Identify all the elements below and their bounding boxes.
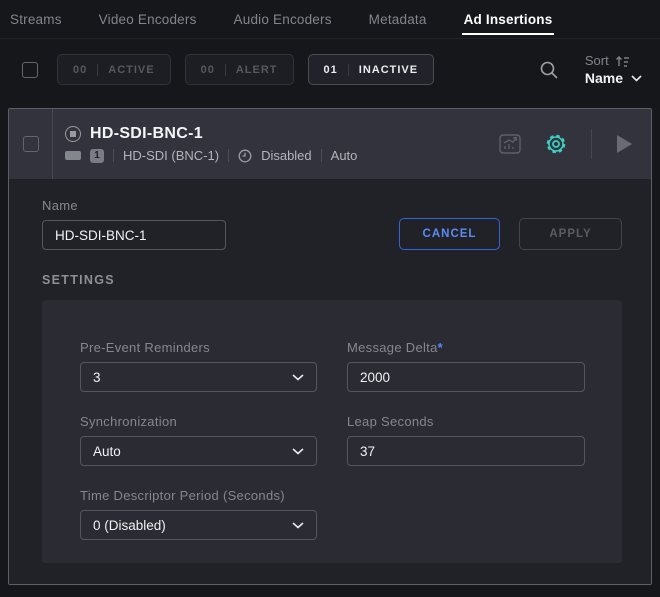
device-card-header: HD-SDI-BNC-1 1 HD-SDI (BNC-1) Disabled A… — [9, 109, 651, 179]
leap-seconds-field: Leap Seconds — [347, 414, 585, 466]
synchronization-field: Synchronization Auto — [80, 414, 317, 466]
status-filter-group: 00 ACTIVE 00 ALERT 01 INACTIVE — [57, 54, 434, 85]
synchronization-label: Synchronization — [80, 414, 317, 429]
chevron-down-icon — [292, 448, 304, 455]
clock-icon — [238, 149, 252, 163]
card-select-checkbox[interactable] — [23, 136, 39, 152]
filter-alert-button[interactable]: 00 ALERT — [185, 54, 294, 85]
filter-active-label: ACTIVE — [108, 64, 154, 76]
settings-panel: Pre-Event Reminders 3 Message Delta* — [42, 300, 622, 563]
pre-event-reminders-select[interactable]: 3 — [80, 362, 317, 392]
tab-video-encoders[interactable]: Video Encoders — [97, 0, 199, 38]
filter-inactive-label: INACTIVE — [359, 64, 418, 76]
leap-seconds-input[interactable] — [347, 436, 585, 466]
schedule-status: Disabled — [261, 148, 312, 163]
filter-active-count: 00 — [73, 64, 87, 76]
name-label: Name — [42, 198, 226, 213]
sort-order-icon — [616, 55, 630, 67]
filter-inactive-button[interactable]: 01 INACTIVE — [308, 54, 435, 85]
settings-section-heading: SETTINGS — [42, 273, 622, 287]
apply-button[interactable]: APPLY — [519, 218, 622, 250]
device-card-body: Name CANCEL APPLY SETTINGS Pre-Event Rem… — [9, 179, 651, 584]
required-marker: * — [438, 340, 443, 355]
settings-gear-icon[interactable] — [544, 132, 568, 156]
time-descriptor-period-value: 0 (Disabled) — [93, 518, 166, 533]
filter-active-button[interactable]: 00 ACTIVE — [57, 54, 171, 85]
tab-metadata[interactable]: Metadata — [367, 0, 429, 38]
synchronization-select[interactable]: Auto — [80, 436, 317, 466]
card-checkbox-column — [9, 109, 53, 179]
card-action-buttons — [499, 129, 651, 159]
message-delta-label: Message Delta — [347, 340, 438, 355]
device-identity: HD-SDI-BNC-1 1 HD-SDI (BNC-1) Disabled A… — [53, 125, 357, 163]
stats-chart-icon[interactable] — [499, 134, 521, 154]
tab-ad-insertions[interactable]: Ad Insertions — [462, 0, 555, 38]
chevron-down-icon — [631, 75, 642, 82]
pre-event-reminders-label: Pre-Event Reminders — [80, 340, 317, 355]
filter-alert-label: ALERT — [236, 64, 278, 76]
synchronization-value: Auto — [93, 444, 121, 459]
tab-audio-encoders[interactable]: Audio Encoders — [232, 0, 334, 38]
pre-event-reminders-value: 3 — [93, 370, 101, 385]
filter-toolbar: 00 ACTIVE 00 ALERT 01 INACTIVE Sort — [0, 39, 660, 100]
device-card: HD-SDI-BNC-1 1 HD-SDI (BNC-1) Disabled A… — [8, 108, 652, 585]
search-icon — [539, 60, 559, 80]
filter-alert-count: 00 — [201, 64, 215, 76]
name-input[interactable] — [42, 220, 226, 250]
device-mode: Auto — [331, 148, 358, 163]
select-all-checkbox[interactable] — [22, 62, 38, 78]
sort-label: Sort — [585, 53, 609, 68]
input-number-badge: 1 — [90, 149, 104, 163]
message-delta-input[interactable] — [347, 362, 585, 392]
name-edit-row: Name CANCEL APPLY — [42, 198, 622, 250]
time-descriptor-period-field: Time Descriptor Period (Seconds) 0 (Disa… — [80, 488, 317, 540]
device-title: HD-SDI-BNC-1 — [90, 125, 203, 143]
divider — [228, 149, 229, 162]
sort-control[interactable]: Sort Name — [585, 53, 642, 86]
message-delta-field: Message Delta* — [347, 340, 585, 392]
leap-seconds-label: Leap Seconds — [347, 414, 585, 429]
divider — [348, 64, 349, 76]
filter-inactive-count: 01 — [324, 64, 338, 76]
cancel-button[interactable]: CANCEL — [399, 218, 500, 250]
divider — [113, 149, 114, 162]
tab-streams[interactable]: Streams — [8, 0, 64, 38]
sort-value: Name — [585, 70, 623, 86]
time-descriptor-period-label: Time Descriptor Period (Seconds) — [80, 488, 317, 503]
divider — [225, 64, 226, 76]
start-play-button[interactable] — [615, 134, 633, 154]
divider — [321, 149, 322, 162]
chevron-down-icon — [292, 522, 304, 529]
divider — [591, 129, 592, 159]
time-descriptor-period-select[interactable]: 0 (Disabled) — [80, 510, 317, 540]
divider — [97, 64, 98, 76]
top-tab-bar: Streams Video Encoders Audio Encoders Me… — [0, 0, 660, 39]
sdi-port-icon — [65, 151, 81, 160]
search-button[interactable] — [539, 60, 559, 80]
chevron-down-icon — [292, 374, 304, 381]
stopped-status-icon — [65, 126, 81, 142]
device-interface: HD-SDI (BNC-1) — [123, 148, 219, 163]
empty-grid-cell — [347, 488, 585, 540]
pre-event-reminders-field: Pre-Event Reminders 3 — [80, 340, 317, 392]
